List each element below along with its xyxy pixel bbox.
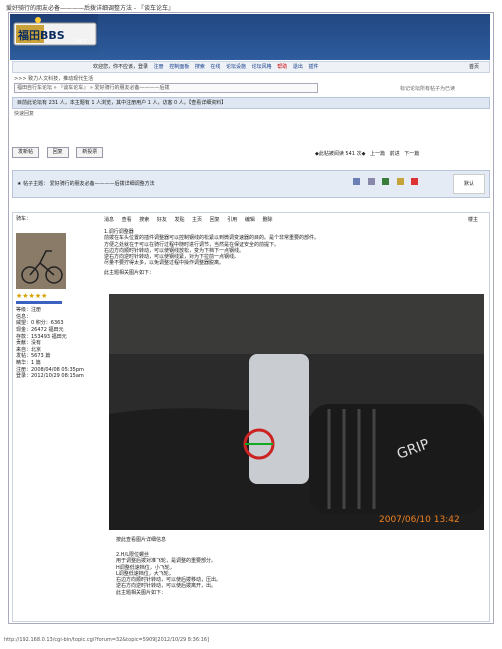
image-label: 此主题相关图片如下： (104, 269, 155, 276)
logo[interactable]: 福田BBS (17, 28, 65, 42)
post-actions: 消息 查看 搜索 好友 发贴 主页 回复 引用 编辑 删除 楼主 (104, 216, 484, 223)
action-quote[interactable]: 引用 (227, 217, 237, 223)
top-nav: 欢迎您，你不应该，登录 注册 控制面板 搜索 在线 论坛设施 论坛风格 帮助 退… (12, 61, 490, 73)
action-posts[interactable]: 发贴 (174, 217, 184, 223)
reply-button[interactable]: 回复 (46, 147, 69, 158)
action-message[interactable]: 消息 (104, 217, 114, 223)
avatar (16, 232, 66, 289)
nav-plugins[interactable]: 插件 (308, 64, 318, 70)
forward-link[interactable]: 前进 (390, 151, 400, 157)
action-reply[interactable]: 回复 (210, 217, 220, 223)
action-search[interactable]: 搜索 (139, 217, 149, 223)
nav-logout[interactable]: 退出 (293, 64, 303, 70)
breadcrumb[interactable]: 福田自行车论坛 » 『谈车论车』 » 爱好骑行的朋友必备————后拨 (14, 83, 318, 93)
user-info-7: 精华：1 篇 (16, 359, 41, 366)
quick-reply-link[interactable]: 快速回复 (14, 110, 34, 117)
post-content: 消息 查看 搜索 好友 发贴 主页 回复 引用 编辑 删除 楼主 1.调行调整器… (104, 216, 484, 276)
nav-help[interactable]: 帮助 (277, 64, 287, 70)
header-graphics: 福田BBS NET (13, 14, 490, 60)
nav-search[interactable]: 搜索 (195, 64, 205, 70)
topic-pager: ◆此帖被阅读 541 次◆ 上一篇 前进 下一篇 (312, 150, 419, 157)
shifter-photo-graphic: GRIP 2007/06/10 13:42 (109, 294, 484, 530)
action-edit[interactable]: 编辑 (245, 217, 255, 223)
favorite-icon[interactable] (396, 178, 404, 185)
user-info-6: 发帖：5673 篇 (16, 353, 51, 360)
prev-topic-link[interactable]: 上一篇 (370, 151, 385, 157)
level-bar (16, 301, 62, 305)
action-homepage[interactable]: 主页 (192, 217, 202, 223)
page-title: 爱好骑行的朋友必备————后拨详细调整方法 - 『谈车论车』 (6, 5, 174, 12)
download-icon[interactable] (382, 178, 390, 185)
email-icon[interactable] (367, 178, 375, 185)
nav-control-panel[interactable]: 控制面板 (169, 64, 189, 70)
rank-stars-icon: ★★★★★ (16, 291, 48, 300)
user-name[interactable]: 骑车： (16, 216, 102, 223)
photo-date: 2007/06/10 13:42 (379, 515, 460, 525)
report-icon[interactable] (411, 178, 419, 185)
nav-home-link[interactable]: 首页 (469, 62, 479, 72)
user-panel: 骑车： ★★★★★ 等级：注册 信息： 威望：0 积分：6363 现金：2647… (16, 216, 102, 380)
nav-style[interactable]: 论坛风格 (252, 64, 272, 70)
user-info-1: 威望：0 积分：6363 (16, 320, 64, 327)
topic-tools (353, 178, 424, 187)
user-info-2: 现金：26472 福田元 (16, 326, 64, 333)
next-topic-link[interactable]: 下一篇 (404, 151, 419, 157)
nav-online[interactable]: 在线 (210, 64, 220, 70)
action-delete[interactable]: 删除 (262, 217, 272, 223)
new-topic-button[interactable]: 发新帖 (12, 147, 40, 158)
print-icon[interactable] (353, 178, 360, 185)
post-body-1: 1.调行调整器 前拨在车头位置的插件调整器可以控制钢线的松紧以到微调变速器的目的… (104, 229, 484, 276)
svg-text:NET: NET (76, 39, 87, 45)
post-floor-label: 楼主 (467, 217, 478, 223)
post-button-row: 发新帖 回复 新投票 (12, 147, 109, 158)
new-poll-button[interactable]: 新投票 (76, 147, 104, 158)
online-status-text: 目前此论坛有 231 人，本主题有 1 人浏览，其中注册用户 1 人，访客 0 … (17, 100, 227, 106)
avatar-bike-icon (21, 249, 63, 284)
photo-caption[interactable]: 按此查看图片详细信息 (116, 536, 166, 543)
topic-title: ★ 帖子主题： 爱好骑行的朋友必备————后拨详细调整方法 (17, 181, 155, 187)
action-profile[interactable]: 查看 (122, 217, 132, 223)
read-count: ◆此帖被阅读 541 次◆ (315, 151, 366, 157)
nav-register[interactable]: 注册 (154, 64, 164, 70)
nav-welcome: 欢迎您，你不应该，登录 (93, 64, 150, 70)
online-status-bar: 目前此论坛有 231 人，本主题有 1 人浏览，其中注册用户 1 人，访客 0 … (12, 97, 490, 109)
user-info-4: 贡献：没有 (16, 340, 42, 347)
post-body-2: 2.H/L限位螺丝 用于调整后拨对准飞轮，是调整的重要部分。 H调整低速档位，小… (116, 552, 222, 596)
topic-header: ★ 帖子主题： 爱好骑行的朋友必备————后拨详细调整方法 默认 (12, 170, 490, 198)
nav-facilities[interactable]: 论坛设施 (226, 64, 246, 70)
page-url: http://192.168.0.13/cgi-bin/topic.cgi?fo… (4, 637, 210, 643)
forum-slogan: >>> 致力人文科技，推动现代生活 (14, 76, 94, 82)
user-level: 等级：注册 (16, 307, 42, 314)
view-mode-select[interactable]: 默认 (453, 174, 485, 194)
mark-read-link[interactable]: 标记论坛所有帖子为已读 (400, 85, 455, 92)
nav-links: 欢迎您，你不应该，登录 注册 控制面板 搜索 在线 论坛设施 论坛风格 帮助 退… (93, 62, 322, 72)
user-info-9: 登录：2012/10/29 08:15am (16, 373, 84, 380)
shifter-photo[interactable]: GRIP 2007/06/10 13:42 (109, 294, 484, 530)
forum-header: 福田BBS NET (10, 14, 490, 60)
action-friend[interactable]: 好友 (157, 217, 167, 223)
